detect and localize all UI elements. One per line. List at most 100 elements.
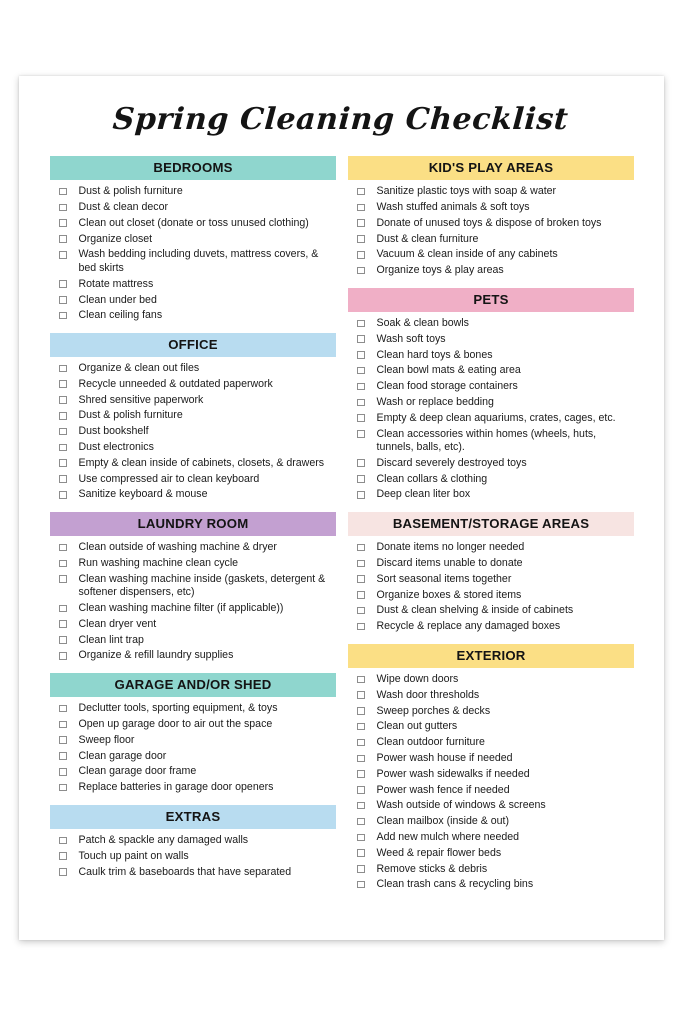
checklist-item[interactable]: Add new mulch where needed: [348, 831, 634, 845]
checklist-item[interactable]: Organize & refill laundry supplies: [50, 649, 336, 663]
checklist-item[interactable]: Clean outdoor furniture: [348, 736, 634, 750]
checklist-item[interactable]: Wash or replace bedding: [348, 396, 634, 410]
checklist-item[interactable]: Clean collars & clothing: [348, 473, 634, 487]
checkbox-icon[interactable]: [357, 319, 365, 328]
checklist-item[interactable]: Clean ceiling fans: [50, 309, 336, 323]
checklist-item[interactable]: Clean dryer vent: [50, 618, 336, 632]
checkbox-icon[interactable]: [357, 606, 365, 615]
checklist-item[interactable]: Weed & repair flower beds: [348, 847, 634, 861]
checkbox-icon[interactable]: [59, 720, 67, 729]
checklist-item[interactable]: Discard severely destroyed toys: [348, 457, 634, 471]
checklist-item[interactable]: Clean outside of washing machine & dryer: [50, 541, 336, 555]
checklist-item[interactable]: Donate items no longer needed: [348, 541, 634, 555]
checkbox-icon[interactable]: [357, 219, 365, 227]
checkbox-icon[interactable]: [357, 335, 365, 343]
checkbox-icon[interactable]: [357, 722, 365, 731]
checklist-item[interactable]: Wash bedding including duvets, mattress …: [50, 248, 336, 275]
checklist-item[interactable]: Wipe down doors: [348, 673, 634, 687]
checkbox-icon[interactable]: [357, 622, 365, 631]
checklist-item[interactable]: Dust electronics: [50, 441, 336, 455]
checklist-item[interactable]: Clean accessories within homes (wheels, …: [348, 428, 634, 455]
checkbox-icon[interactable]: [357, 849, 365, 857]
checklist-item[interactable]: Sort seasonal items together: [348, 573, 634, 587]
checkbox-icon[interactable]: [59, 475, 67, 483]
checklist-item[interactable]: Dust bookshelf: [50, 425, 336, 439]
checkbox-icon[interactable]: [357, 351, 365, 359]
checklist-item[interactable]: Dust & polish furniture: [50, 185, 336, 199]
checkbox-icon[interactable]: [59, 251, 67, 259]
checkbox-icon[interactable]: [357, 559, 365, 568]
checkbox-icon[interactable]: [357, 398, 365, 407]
checkbox-icon[interactable]: [357, 575, 365, 583]
checklist-item[interactable]: Declutter tools, sporting equipment, & t…: [50, 702, 336, 716]
checkbox-icon[interactable]: [357, 414, 365, 422]
checkbox-icon[interactable]: [59, 783, 67, 792]
checklist-item[interactable]: Dust & clean decor: [50, 201, 336, 215]
checkbox-icon[interactable]: [59, 280, 67, 288]
checklist-item[interactable]: Organize boxes & stored items: [348, 589, 634, 603]
checklist-item[interactable]: Power wash fence if needed: [348, 784, 634, 798]
checkbox-icon[interactable]: [357, 801, 365, 810]
checklist-item[interactable]: Rotate mattress: [50, 278, 336, 292]
checklist-item[interactable]: Shred sensitive paperwork: [50, 394, 336, 408]
checkbox-icon[interactable]: [357, 675, 365, 684]
checklist-item[interactable]: Caulk trim & baseboards that have separa…: [50, 866, 336, 880]
checkbox-icon[interactable]: [357, 475, 365, 483]
checkbox-icon[interactable]: [59, 459, 67, 467]
checklist-item[interactable]: Clean food storage containers: [348, 380, 634, 394]
checkbox-icon[interactable]: [59, 752, 67, 760]
checklist-item[interactable]: Recycle unneeded & outdated paperwork: [50, 378, 336, 392]
checklist-item[interactable]: Patch & spackle any damaged walls: [50, 834, 336, 848]
checklist-item[interactable]: Dust & polish furniture: [50, 409, 336, 423]
checkbox-icon[interactable]: [357, 833, 365, 841]
checklist-item[interactable]: Use compressed air to clean keyboard: [50, 473, 336, 487]
checkbox-icon[interactable]: [59, 652, 67, 660]
checkbox-icon[interactable]: [59, 311, 67, 320]
checklist-item[interactable]: Wash outside of windows & screens: [348, 799, 634, 813]
checkbox-icon[interactable]: [357, 382, 365, 391]
checklist-item[interactable]: Power wash sidewalks if needed: [348, 768, 634, 782]
checklist-item[interactable]: Sanitize plastic toys with soap & water: [348, 185, 634, 199]
checklist-item[interactable]: Run washing machine clean cycle: [50, 557, 336, 571]
checkbox-icon[interactable]: [59, 868, 67, 876]
checkbox-icon[interactable]: [357, 459, 365, 467]
checkbox-icon[interactable]: [357, 366, 365, 375]
checkbox-icon[interactable]: [59, 852, 67, 860]
checkbox-icon[interactable]: [59, 543, 67, 552]
checkbox-icon[interactable]: [59, 491, 67, 499]
checklist-item[interactable]: Wash soft toys: [348, 333, 634, 347]
checklist-item[interactable]: Replace batteries in garage door openers: [50, 781, 336, 795]
checkbox-icon[interactable]: [357, 770, 365, 778]
checklist-item[interactable]: Vacuum & clean inside of any cabinets: [348, 248, 634, 262]
checkbox-icon[interactable]: [357, 251, 365, 259]
checklist-item[interactable]: Empty & deep clean aquariums, crates, ca…: [348, 412, 634, 426]
checkbox-icon[interactable]: [59, 768, 67, 776]
checklist-item[interactable]: Clean lint trap: [50, 634, 336, 648]
checkbox-icon[interactable]: [357, 786, 365, 794]
checklist-item[interactable]: Clean under bed: [50, 294, 336, 308]
checklist-item[interactable]: Dust & clean furniture: [348, 233, 634, 247]
checkbox-icon[interactable]: [59, 559, 67, 568]
checklist-item[interactable]: Clean garage door frame: [50, 765, 336, 779]
checkbox-icon[interactable]: [59, 636, 67, 644]
checkbox-icon[interactable]: [357, 754, 365, 763]
checklist-item[interactable]: Recycle & replace any damaged boxes: [348, 620, 634, 634]
checkbox-icon[interactable]: [59, 604, 67, 613]
checkbox-icon[interactable]: [59, 380, 67, 388]
checkbox-icon[interactable]: [357, 738, 365, 747]
checkbox-icon[interactable]: [59, 575, 67, 583]
checkbox-icon[interactable]: [357, 591, 365, 599]
checklist-item[interactable]: Organize toys & play areas: [348, 264, 634, 278]
checklist-item[interactable]: Discard items unable to donate: [348, 557, 634, 571]
checklist-item[interactable]: Sanitize keyboard & mouse: [50, 488, 336, 502]
checkbox-icon[interactable]: [59, 235, 67, 243]
checkbox-icon[interactable]: [357, 491, 365, 499]
checklist-item[interactable]: Touch up paint on walls: [50, 850, 336, 864]
checkbox-icon[interactable]: [357, 880, 365, 889]
checklist-item[interactable]: Wash door thresholds: [348, 689, 634, 703]
checklist-item[interactable]: Sweep floor: [50, 734, 336, 748]
checkbox-icon[interactable]: [357, 865, 365, 873]
checkbox-icon[interactable]: [357, 691, 365, 699]
checkbox-icon[interactable]: [59, 364, 67, 373]
checklist-item[interactable]: Donate of unused toys & dispose of broke…: [348, 217, 634, 231]
